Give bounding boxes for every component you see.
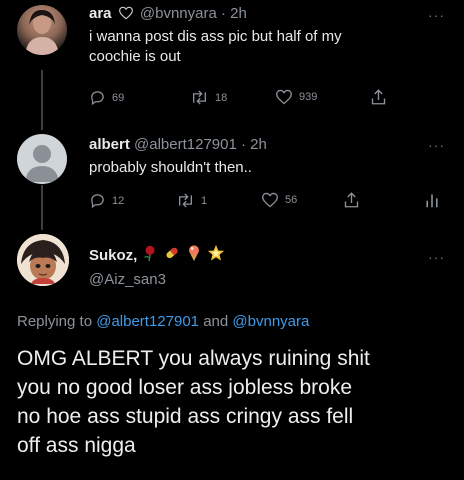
more-options-icon[interactable]: ···	[428, 7, 445, 23]
avatar-photo	[25, 9, 59, 55]
tweet-text: i wanna post dis ass pic but half of my …	[89, 27, 449, 67]
avatar[interactable]	[17, 134, 67, 184]
pill-emoji-icon	[163, 244, 181, 266]
author-handle[interactable]: @Aiz_san3	[89, 271, 166, 288]
tweet-text-line: off ass nigga	[17, 434, 136, 457]
more-options-icon[interactable]: ···	[428, 249, 445, 265]
author-name[interactable]: Sukoz,	[89, 247, 137, 264]
reply-button[interactable]: 69	[89, 89, 124, 106]
author-name[interactable]: albert	[89, 136, 130, 153]
heart-icon	[262, 192, 278, 208]
tweet-text-line: i wanna post dis ass pic but half of my	[89, 28, 342, 45]
tweet-text-line: you no good loser ass jobless broke	[17, 376, 353, 399]
replying-and: and	[203, 313, 229, 330]
retweet-count: 1	[201, 194, 208, 207]
tweet-text-line: coochie is out	[89, 48, 181, 65]
ice-cream-emoji-icon	[185, 244, 203, 266]
retweet-count: 18	[215, 91, 228, 104]
like-count: 56	[285, 194, 298, 206]
tweet-time[interactable]: · 2h	[241, 136, 267, 153]
like-count: 939	[299, 91, 318, 103]
like-button[interactable]: 56	[261, 192, 297, 208]
share-icon	[344, 192, 359, 208]
default-avatar-icon	[25, 145, 59, 182]
reply-count: 12	[112, 194, 125, 207]
avatar[interactable]	[17, 234, 69, 286]
tweet-time[interactable]: · 2h	[221, 5, 247, 22]
reply-icon	[91, 91, 104, 106]
retweet-button[interactable]: 1	[176, 192, 207, 209]
anime-avatar	[17, 234, 69, 286]
reply-button[interactable]: 12	[89, 192, 124, 209]
share-icon	[371, 89, 386, 105]
author-handle[interactable]: @bvnnyara	[140, 5, 217, 22]
tweet-text: probably shouldn't then..	[89, 159, 252, 176]
star-emoji-icon	[207, 244, 225, 266]
retweet-icon	[178, 193, 193, 208]
reply-icon	[91, 194, 104, 209]
main-tweet-text: OMG ALBERT you always ruining shit you n…	[17, 344, 457, 460]
reply-count: 69	[112, 91, 125, 104]
author-name[interactable]: ara	[89, 5, 112, 22]
retweet-icon	[192, 90, 207, 105]
share-button[interactable]	[343, 191, 360, 209]
mention-link[interactable]: @bvnnyara	[232, 313, 309, 330]
verified-heart-icon	[118, 6, 134, 24]
tweet-text-line: OMG ALBERT you always ruining shit	[17, 347, 370, 370]
like-button[interactable]: 939	[275, 89, 317, 105]
rose-emoji-icon	[141, 244, 159, 266]
analytics-button[interactable]	[424, 191, 440, 209]
avatar[interactable]	[17, 5, 67, 55]
retweet-button[interactable]: 18	[190, 89, 227, 106]
replying-to-label: Replying to	[17, 313, 93, 330]
mention-link[interactable]: @albert127901	[96, 313, 199, 330]
thread-line	[41, 185, 43, 230]
author-handle[interactable]: @albert127901	[134, 136, 237, 153]
tweet-text-line: no hoe ass stupid ass cringy ass fell	[17, 405, 354, 428]
share-button[interactable]	[370, 88, 387, 106]
thread-line	[41, 70, 43, 130]
replying-to: Replying to @albert127901 and @bvnnyara	[17, 313, 309, 330]
more-options-icon[interactable]: ···	[428, 137, 445, 153]
analytics-icon	[426, 194, 438, 208]
heart-icon	[276, 89, 292, 105]
